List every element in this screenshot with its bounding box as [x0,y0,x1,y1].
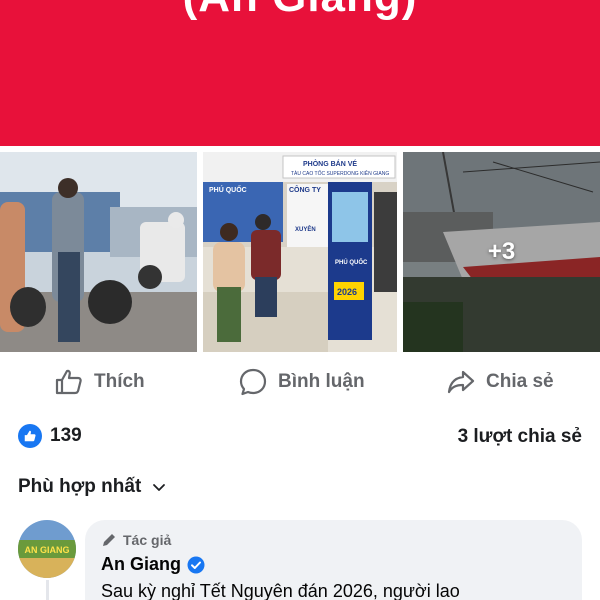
author-tag: Tác giả [101,532,566,548]
like-reaction-icon [18,424,42,448]
comment-button[interactable]: Bình luận [238,362,365,402]
share-button[interactable]: Chia sẻ [446,362,554,402]
share-arrow-icon [447,370,475,394]
post-stats: 139 3 lượt chia sẻ [0,424,600,454]
more-photos-count: +3 [487,238,516,265]
share-label: Chia sẻ [486,371,554,392]
author-tag-label: Tác giả [123,532,172,548]
avatar[interactable]: AN GIANG [18,520,76,578]
sign-cong-ty: CÔNG TY [289,185,321,194]
sign-price: 2026 [337,287,357,297]
share-count[interactable]: 3 lượt chia sẻ [458,426,582,448]
verified-badge-icon [187,556,205,573]
comment-text: Sau kỳ nghỉ Tết Nguyên đán 2026, người l… [101,581,460,600]
sort-label: Phù hợp nhất [18,476,142,497]
chevron-down-icon [153,484,166,491]
like-count: 139 [50,425,82,446]
thread-line [46,580,49,600]
reaction-summary[interactable]: 139 [18,424,82,448]
photo-speedboat-dock[interactable]: +3 [403,152,600,352]
street-scene-image [0,152,197,352]
post-action-bar: Thích Bình luận Chia sẻ [0,362,600,402]
like-label: Thích [94,371,145,392]
photo-ticket-office[interactable]: PHÒNG BÁN VÉ TÀU CAO TỐC SUPERDONG KIÊN … [203,152,397,352]
sign-stand-phu-quoc: PHÚ QUỐC [335,259,368,266]
photo-grid: PHÒNG BÁN VÉ TÀU CAO TỐC SUPERDONG KIÊN … [0,152,600,352]
comment-bubble-icon [239,368,267,396]
sign-company: TÀU CAO TỐC SUPERDONG KIÊN GIANG [291,169,389,177]
comment-author[interactable]: An Giang [101,554,566,575]
comment-bubble[interactable]: Tác giả An Giang Sau kỳ nghỉ Tết Nguyên … [85,520,582,600]
like-button[interactable]: Thích [54,362,145,402]
photo-street-scene[interactable] [0,152,197,352]
comment-label: Bình luận [278,371,365,392]
thumbs-up-icon [55,369,82,395]
an-giang-avatar-image: AN GIANG [18,520,76,578]
comment-author-name: An Giang [101,554,181,574]
pencil-icon [103,534,115,546]
comment-sort-dropdown[interactable]: Phù hợp nhất [18,476,167,498]
sign-xuyen: XUYÊN [295,225,316,233]
avatar-logo-text: AN GIANG [25,545,70,555]
post-banner: (An Giang) [0,0,600,146]
sign-ticket-office: PHÒNG BÁN VÉ [303,159,357,168]
banner-title: (An Giang) [0,0,600,22]
ticket-office-image: PHÒNG BÁN VÉ TÀU CAO TỐC SUPERDONG KIÊN … [203,152,397,352]
